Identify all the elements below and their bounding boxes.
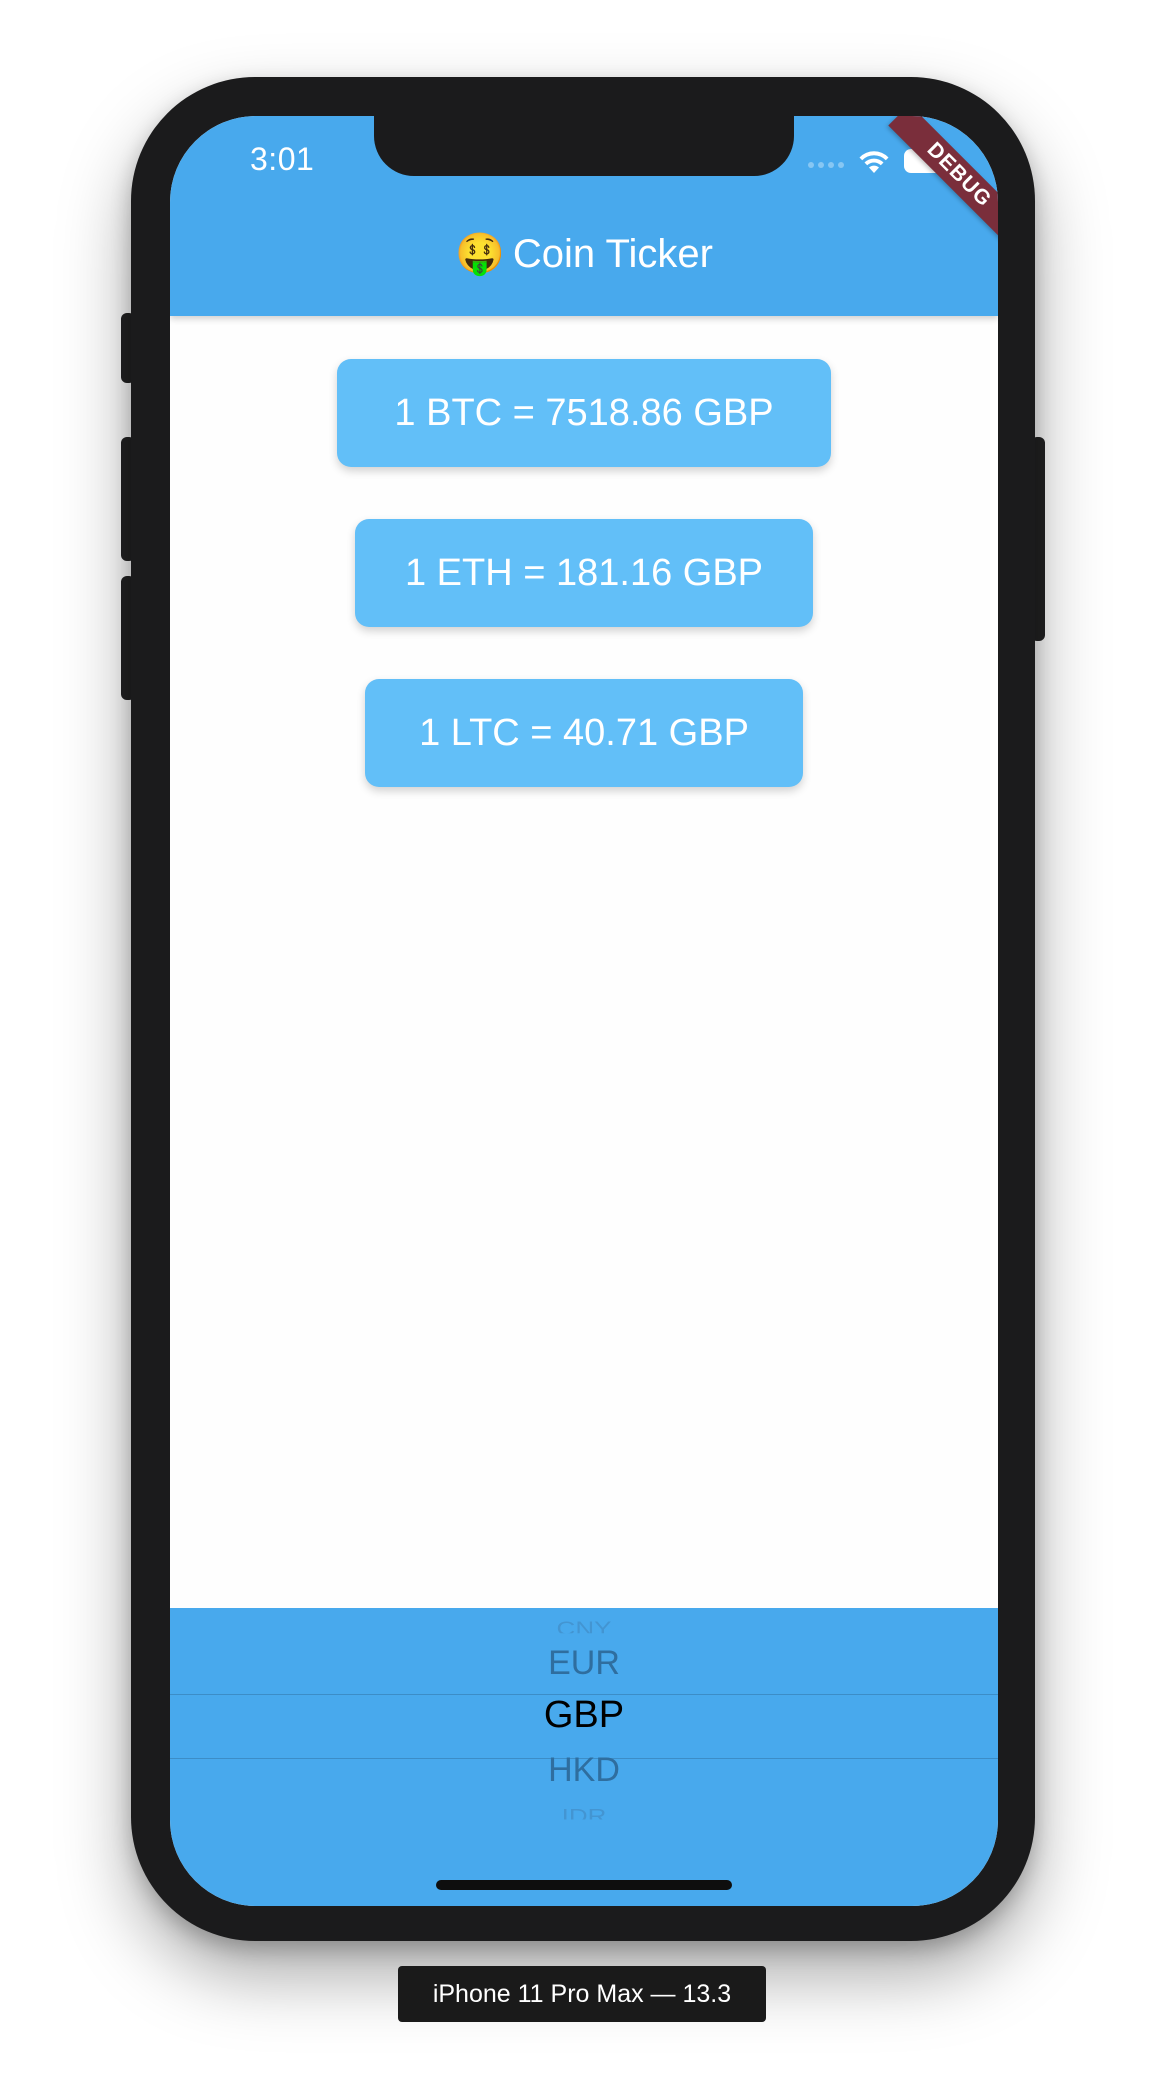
picker-option-eur[interactable]: EUR [170, 1644, 998, 1683]
home-indicator[interactable] [436, 1880, 732, 1890]
device-screen: 3:01 🤑 Coin Ticker DEBUG 1 BTC = 7518.86 … [170, 116, 998, 1906]
btc-rate-card: 1 BTC = 7518.86 GBP [337, 359, 831, 467]
ltc-rate-card: 1 LTC = 40.71 GBP [365, 679, 803, 787]
device-notch [374, 116, 794, 176]
picker-option-hkd[interactable]: HKD [170, 1751, 998, 1790]
app-title: 🤑 Coin Ticker [170, 232, 998, 280]
btc-rate-text: 1 BTC = 7518.86 GBP [394, 391, 774, 434]
picker-selected-option[interactable]: GBP [170, 1694, 998, 1737]
signal-icon [808, 162, 844, 168]
simulator-device-label: iPhone 11 Pro Max — 13.3 [398, 1966, 766, 2022]
money-mouth-face-icon: 🤑 [455, 231, 505, 276]
app-bar: 3:01 🤑 Coin Ticker [170, 116, 998, 316]
app-title-text: Coin Ticker [512, 232, 713, 276]
eth-rate-text: 1 ETH = 181.16 GBP [404, 551, 764, 594]
simulator-stage: 3:01 🤑 Coin Ticker DEBUG 1 BTC = 7518.86 … [0, 0, 1168, 2096]
eth-rate-card: 1 ETH = 181.16 GBP [355, 519, 813, 627]
wifi-icon [859, 151, 889, 173]
picker-option-cny[interactable]: CNY [170, 1617, 998, 1634]
currency-picker[interactable]: CNY EUR GBP HKD IDR [170, 1608, 998, 1906]
picker-option-idr[interactable]: IDR [170, 1805, 998, 1820]
status-time: 3:01 [250, 141, 315, 177]
ltc-rate-text: 1 LTC = 40.71 GBP [419, 711, 749, 754]
